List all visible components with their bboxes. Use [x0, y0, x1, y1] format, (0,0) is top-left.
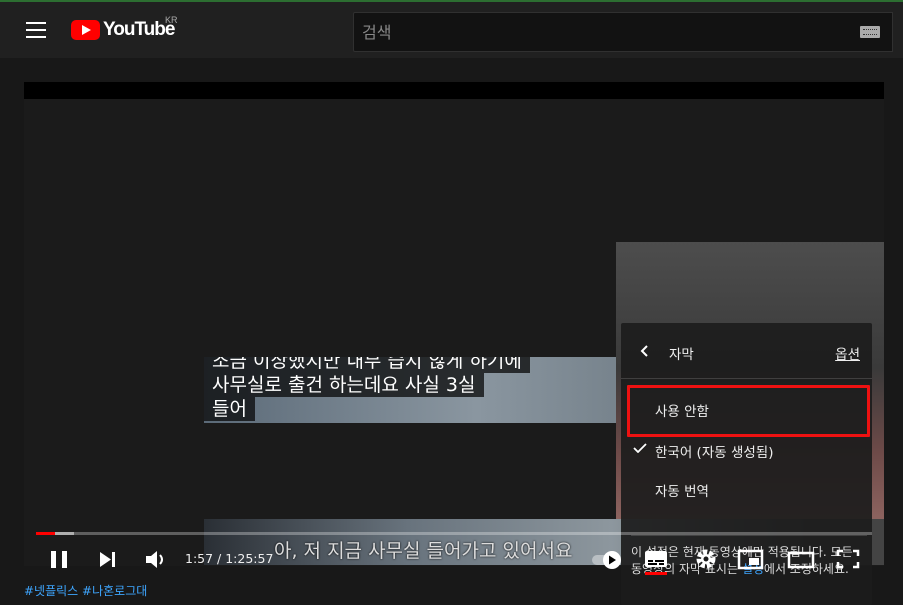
- check-icon: [633, 443, 647, 453]
- burned-subtitle-line: 조금 이상했지만 내부 습지 않게 하기에: [204, 357, 530, 373]
- video-player[interactable]: 조금 이상했지만 내부 습지 않게 하기에 사무실로 출건 하는데요 사실 3실…: [24, 82, 884, 605]
- player-controls: 1:57 / 1:25:57: [24, 519, 884, 583]
- burned-subtitle-line: 사무실로 출건 하는데요 사실 3실: [204, 373, 484, 397]
- search-input[interactable]: [354, 13, 834, 51]
- subtitle-option-label: 한국어 (자동 생성됨): [655, 445, 774, 461]
- subtitles-options-link[interactable]: 옵션: [835, 343, 860, 363]
- miniplayer-icon[interactable]: [736, 543, 766, 575]
- burned-subtitle-line: 들어: [204, 397, 255, 421]
- subtitles-menu-header: 자막 옵션: [621, 323, 872, 379]
- logo-text: YouTube: [103, 19, 175, 40]
- theater-icon[interactable]: [786, 543, 816, 575]
- subtitle-option-korean-auto[interactable]: 한국어 (자동 생성됨): [621, 430, 872, 470]
- player-top-bar: [24, 82, 884, 99]
- youtube-logo[interactable]: YouTube: [71, 18, 175, 42]
- subtitle-option-auto-translate[interactable]: 자동 번역: [621, 469, 872, 509]
- hashtags[interactable]: #넷플릭스 #나혼로그대: [24, 582, 147, 599]
- subtitle-option-label: 자동 번역: [655, 484, 709, 500]
- subtitles-icon[interactable]: [642, 543, 670, 575]
- subtitles-menu-title: 자막: [669, 347, 694, 363]
- video-frame[interactable]: 조금 이상했지만 내부 습지 않게 하기에 사무실로 출건 하는데요 사실 3실…: [24, 99, 884, 605]
- next-icon[interactable]: [96, 543, 122, 575]
- progress-loaded: [55, 532, 74, 535]
- burned-in-subtitles: 조금 이상했지만 내부 습지 않게 하기에 사무실로 출건 하는데요 사실 3실…: [204, 357, 576, 423]
- hamburger-menu-icon[interactable]: [26, 22, 46, 38]
- youtube-play-icon: [71, 20, 100, 40]
- pause-icon[interactable]: [46, 543, 74, 575]
- search-box[interactable]: [353, 12, 893, 52]
- fullscreen-icon[interactable]: [834, 543, 862, 575]
- masthead: YouTube KR: [0, 2, 903, 58]
- progress-played: [36, 532, 56, 535]
- country-code: KR: [165, 15, 178, 25]
- volume-icon[interactable]: [142, 543, 170, 575]
- back-arrow-icon[interactable]: [639, 345, 649, 357]
- settings-icon[interactable]: [692, 543, 720, 575]
- progress-bar[interactable]: [36, 532, 872, 535]
- autoplay-toggle[interactable]: [590, 543, 626, 575]
- keyboard-icon[interactable]: [860, 26, 880, 38]
- time-display: 1:57 / 1:25:57: [185, 551, 274, 566]
